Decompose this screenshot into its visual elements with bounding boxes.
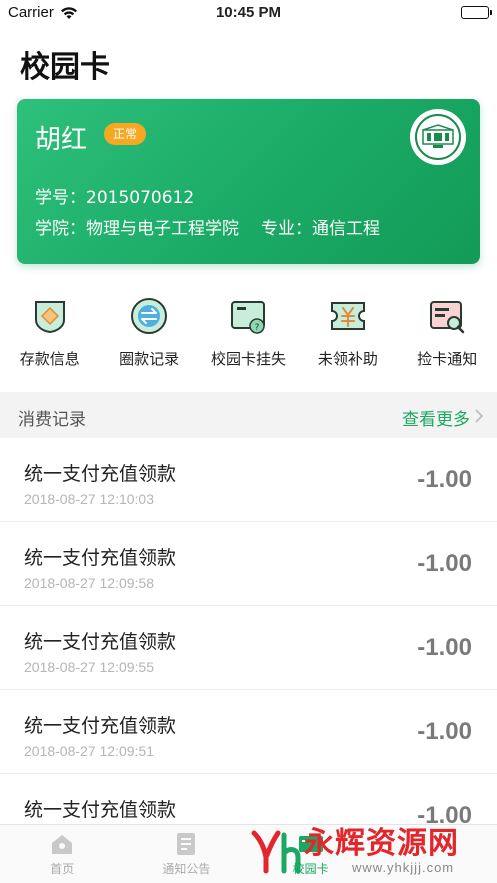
action-deposit-info[interactable]: 存款信息 [0, 296, 99, 376]
list-item[interactable]: 统一支付充值领款 2018-08-27 12:10:03 -1.00 [0, 438, 497, 522]
record-amount: -1.00 [417, 466, 472, 493]
status-bar: Carrier 10:45 PM [0, 0, 497, 26]
notice-icon [173, 832, 199, 856]
card-loss-icon: ? [228, 296, 268, 336]
action-transfer-records[interactable]: 圈款记录 [99, 296, 198, 376]
tab-label: 通知公告 [162, 862, 211, 876]
student-id-row: 学号：2015070612 [35, 183, 194, 208]
found-card-icon [427, 296, 467, 336]
record-time: 2018-08-27 12:09:58 [24, 575, 154, 591]
record-amount: -1.00 [417, 550, 472, 577]
deposit-icon [30, 296, 70, 336]
tab-notice[interactable]: 通知公告 [124, 825, 248, 883]
records-list: 统一支付充值领款 2018-08-27 12:10:03 -1.00 统一支付充… [0, 438, 497, 858]
chevron-right-icon [475, 408, 484, 428]
view-more-link[interactable]: 查看更多 [402, 405, 484, 430]
record-time: 2018-08-27 12:09:55 [24, 659, 154, 675]
record-amount: -1.00 [417, 718, 472, 745]
records-section-title: 消费记录 [18, 410, 86, 430]
battery-icon [461, 6, 492, 19]
action-label: 存款信息 [19, 350, 80, 368]
student-id-value: 2015070612 [86, 188, 195, 208]
university-logo-icon [410, 109, 466, 165]
action-card-loss[interactable]: ? 校园卡挂失 [199, 296, 298, 376]
action-grid: 存款信息 圈款记录 ? 校园卡挂失 未领补助 捡卡通知 [0, 296, 497, 376]
tab-home[interactable]: 首页 [0, 825, 124, 883]
college-label: 学院： [35, 219, 86, 239]
record-title: 统一支付充值领款 [24, 463, 177, 485]
view-more-label: 查看更多 [402, 410, 470, 430]
records-section-header: 消费记录 查看更多 [0, 392, 497, 438]
college-row: 学院：物理与电子工程学院 专业：通信工程 [35, 214, 380, 239]
svg-text:?: ? [255, 323, 260, 333]
major-label: 专业： [261, 219, 312, 239]
major-value: 通信工程 [312, 219, 380, 239]
action-found-card-notice[interactable]: 捡卡通知 [398, 296, 497, 376]
cardholder-name: 胡红 [35, 125, 88, 155]
watermark-logo-icon [251, 830, 301, 874]
status-badge: 正常 [104, 123, 147, 145]
record-amount: -1.00 [417, 634, 472, 661]
tab-label: 首页 [50, 862, 75, 876]
watermark-url: www.yhkjjj.com [352, 859, 455, 875]
watermark-text-block: 永辉资源网 www.yhkjjj.com [304, 825, 459, 875]
record-time: 2018-08-27 12:09:51 [24, 743, 154, 759]
student-id-label: 学号： [35, 188, 86, 208]
action-label: 校园卡挂失 [210, 350, 286, 368]
list-item[interactable]: 统一支付充值领款 2018-08-27 12:09:58 -1.00 [0, 522, 497, 606]
action-label: 捡卡通知 [417, 350, 478, 368]
watermark-text: 永辉资源网 [304, 825, 459, 861]
home-icon [49, 832, 75, 856]
college-value: 物理与电子工程学院 [86, 219, 239, 239]
action-unclaimed-subsidy[interactable]: 未领补助 [298, 296, 397, 376]
page-title: 校园卡 [20, 50, 110, 85]
action-label: 未领补助 [317, 350, 378, 368]
list-item[interactable]: 统一支付充值领款 2018-08-27 12:09:55 -1.00 [0, 606, 497, 690]
campus-card[interactable]: 胡红 正常 学号：2015070612 学院：物理与电子工程学院 专业：通信工程 [17, 99, 480, 264]
list-item[interactable]: 统一支付充值领款 2018-08-27 12:09:51 -1.00 [0, 690, 497, 774]
record-title: 统一支付充值领款 [24, 547, 177, 569]
watermark: 永辉资源网 www.yhkjjj.com [250, 820, 495, 882]
record-time: 2018-08-27 12:10:03 [24, 491, 154, 507]
subsidy-icon [328, 296, 368, 336]
transfer-icon [129, 296, 169, 336]
action-label: 圈款记录 [119, 350, 180, 368]
record-title: 统一支付充值领款 [24, 799, 177, 821]
record-title: 统一支付充值领款 [24, 715, 177, 737]
record-title: 统一支付充值领款 [24, 631, 177, 653]
clock: 10:45 PM [215, 4, 282, 21]
